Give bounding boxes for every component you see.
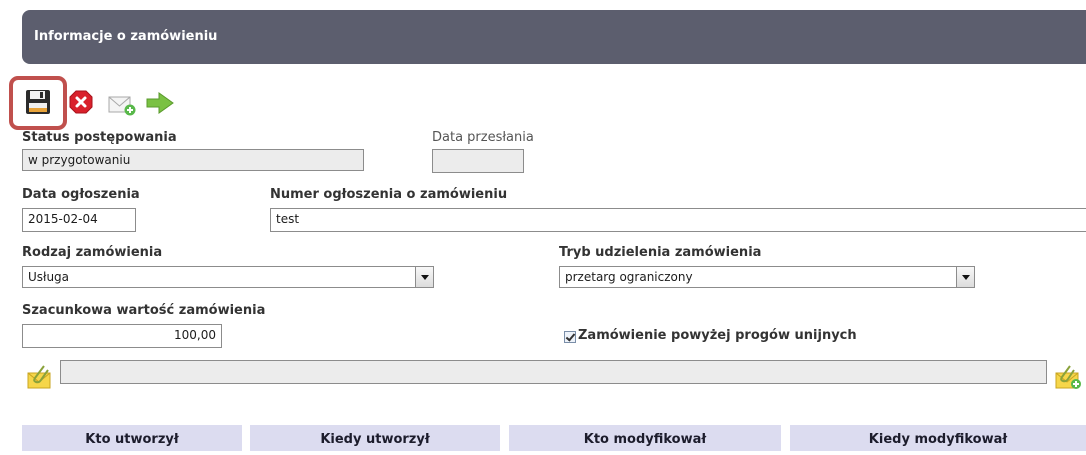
procedure-label: Tryb udzielenia zamówienia	[559, 245, 762, 260]
estimated-value-label: Szacunkowa wartość zamówienia	[22, 303, 266, 318]
toolbar	[0, 76, 200, 132]
sent-date-field	[432, 149, 524, 173]
section-title: Informacje o zamówieniu	[34, 29, 218, 44]
estimated-value-field[interactable]: 100,00	[22, 324, 222, 348]
table-header-modified-by: Kto modyfikował	[509, 425, 781, 451]
delete-icon[interactable]	[69, 90, 93, 114]
announcement-date-label: Data ogłoszenia	[22, 187, 140, 202]
attachment-icon[interactable]	[26, 364, 54, 390]
table-header-modified-at: Kiedy modyfikował	[790, 425, 1086, 451]
procedure-select[interactable]: przetarg ograniczony	[559, 266, 975, 288]
status-label: Status postępowania	[22, 130, 177, 145]
status-field: w przygotowaniu	[22, 149, 364, 171]
announcement-number-field[interactable]: test	[270, 208, 1086, 232]
sent-date-label: Data przesłania	[432, 130, 534, 145]
chevron-down-icon[interactable]	[956, 267, 974, 287]
add-attachment-icon[interactable]	[1054, 364, 1082, 390]
attachment-field	[60, 360, 1047, 384]
table-header-created-at: Kiedy utworzył	[250, 425, 500, 451]
order-type-label: Rodzaj zamówienia	[22, 245, 163, 260]
eu-threshold-label: Zamówienie powyżej progów unijnych	[578, 328, 857, 343]
table-header-created-by: Kto utworzył	[22, 425, 242, 451]
save-icon[interactable]	[25, 89, 51, 115]
order-type-select[interactable]: Usługa	[22, 266, 434, 288]
announcement-date-field[interactable]: 2015-02-04	[22, 208, 136, 232]
forward-arrow-icon[interactable]	[146, 92, 174, 114]
procedure-value: przetarg ograniczony	[565, 270, 693, 284]
section-header: Informacje o zamówieniu	[22, 10, 1086, 64]
announcement-number-label: Numer ogłoszenia o zamówieniu	[270, 187, 508, 202]
send-mail-icon[interactable]	[108, 94, 136, 116]
eu-threshold-checkbox[interactable]	[564, 331, 576, 343]
chevron-down-icon[interactable]	[415, 267, 433, 287]
order-type-value: Usługa	[28, 270, 70, 284]
